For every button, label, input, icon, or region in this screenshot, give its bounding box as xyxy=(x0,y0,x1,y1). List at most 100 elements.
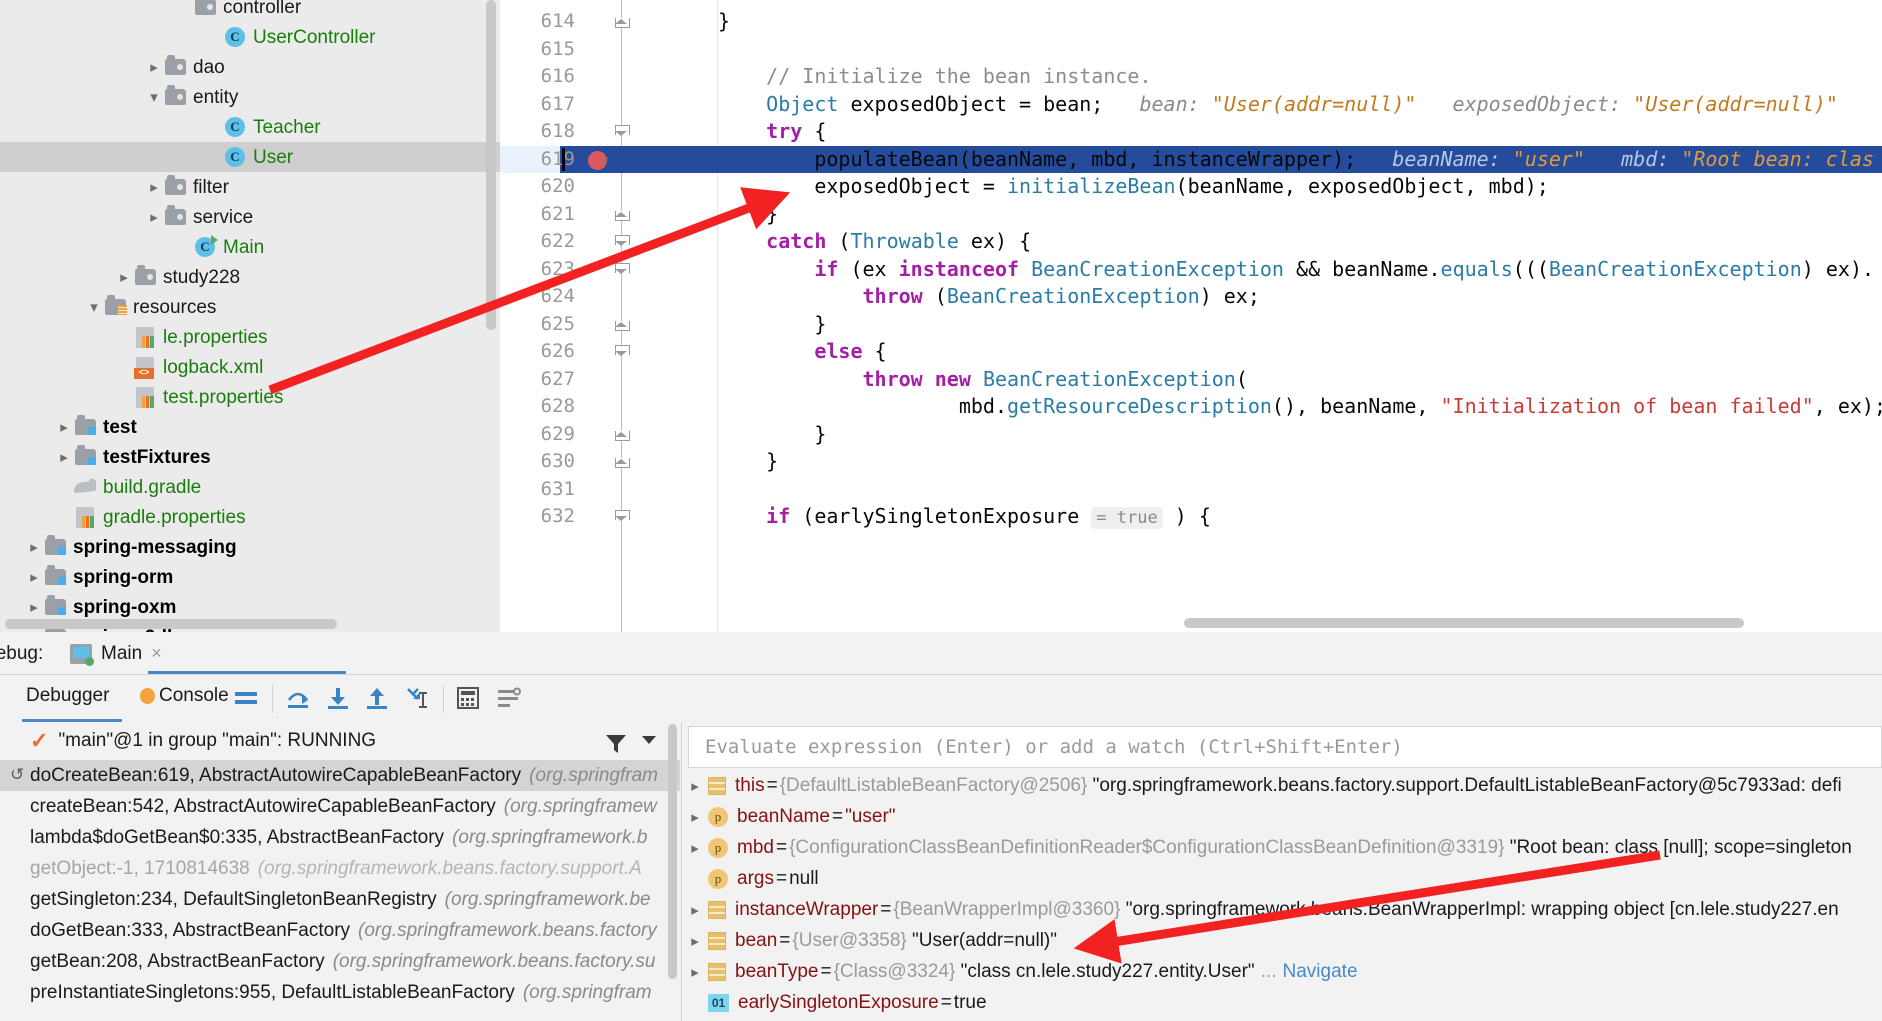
tree-item-testfixtures[interactable]: ▸ testFixtures xyxy=(0,442,500,472)
code-line[interactable]: 614} xyxy=(500,8,1882,36)
chevron-right-icon[interactable]: ▸ xyxy=(144,202,164,232)
fold-marker-start[interactable] xyxy=(610,228,632,256)
variable-row[interactable]: ▸ p beanName = "user" xyxy=(682,801,1882,832)
frame-row[interactable]: getObject:-1, 1710814638 (org.springframe… xyxy=(0,853,680,884)
fold-marker-end[interactable] xyxy=(610,8,632,36)
code-line[interactable]: 631 xyxy=(500,476,1882,504)
tree-item-logback-xml[interactable]: ▸logback.xml xyxy=(0,352,500,382)
frame-row[interactable]: getBean:208, AbstractBeanFactory (org.spr… xyxy=(0,946,680,977)
code-line[interactable]: 628 mbd.getResourceDescription(), beanNa… xyxy=(500,393,1882,421)
frame-row[interactable]: createBean:542, AbstractAutowireCapableB… xyxy=(0,791,680,822)
code-line[interactable]: 630 } xyxy=(500,448,1882,476)
fold-marker-start[interactable] xyxy=(610,503,632,531)
chevron-down-icon[interactable]: ▾ xyxy=(84,292,104,322)
tree-item-filter[interactable]: ▸ filter xyxy=(0,172,500,202)
code-line[interactable]: 632 if (earlySingletonExposure = true ) … xyxy=(500,503,1882,531)
fold-marker-start[interactable] xyxy=(610,338,632,366)
code-line[interactable] xyxy=(500,0,1882,8)
variable-row[interactable]: ▸ bean = {User@3358} "User(addr=null)" xyxy=(682,925,1882,956)
tree-item-controller[interactable]: ▸controller xyxy=(0,0,500,22)
tree-item-main[interactable]: ▸CMain xyxy=(0,232,500,262)
chevron-right-icon[interactable]: ▸ xyxy=(54,412,74,442)
fold-marker-end[interactable] xyxy=(610,201,632,229)
frame-row[interactable]: doGetBean:333, AbstractBeanFactory (org.s… xyxy=(0,915,680,946)
code-line[interactable]: 623 if (ex instanceof BeanCreationExcept… xyxy=(500,256,1882,284)
thread-selector[interactable]: ✓ "main"@1 in group "main": RUNNING xyxy=(0,722,680,760)
tab-console[interactable]: Console xyxy=(140,685,229,707)
chevron-right-icon[interactable]: ▸ xyxy=(682,963,708,981)
force-step-into-button[interactable] xyxy=(400,683,432,713)
fold-marker-end[interactable] xyxy=(610,448,632,476)
variable-row[interactable]: ▸01earlySingletonExposure = true xyxy=(682,987,1882,1018)
tree-item-dao[interactable]: ▸ dao xyxy=(0,52,500,82)
chevron-right-icon[interactable]: ▸ xyxy=(24,562,44,592)
code-line[interactable]: 625 } xyxy=(500,311,1882,339)
layout-settings-button[interactable] xyxy=(493,683,525,713)
tree-item-spring-oxm[interactable]: ▸ spring-oxm xyxy=(0,592,500,622)
tree-item-test-properties[interactable]: ▸test.properties xyxy=(0,382,500,412)
evaluate-expression-button[interactable] xyxy=(452,683,484,713)
navigate-link[interactable]: Navigate xyxy=(1283,961,1358,983)
chevron-right-icon[interactable]: ▸ xyxy=(24,532,44,562)
chevron-right-icon[interactable]: ▸ xyxy=(682,777,708,795)
fold-marker-end[interactable] xyxy=(610,311,632,339)
tree-item-test[interactable]: ▸ test xyxy=(0,412,500,442)
chevron-right-icon[interactable]: ▸ xyxy=(24,592,44,622)
show-execution-point-button[interactable] xyxy=(230,683,262,713)
tree-item-study228[interactable]: ▸ study228 xyxy=(0,262,500,292)
code-line[interactable]: 626 else { xyxy=(500,338,1882,366)
editor-horizontal-scrollbar[interactable] xyxy=(1184,618,1744,628)
chevron-down-icon[interactable] xyxy=(642,736,656,744)
value-ellipsis[interactable]: ... xyxy=(1261,961,1277,983)
close-icon[interactable]: × xyxy=(151,643,162,664)
frame-row[interactable]: ↺ doCreateBean:619, AbstractAutowireCapab… xyxy=(0,760,680,791)
code-line[interactable]: 615 xyxy=(500,36,1882,64)
code-line-current[interactable]: 619 populateBean(beanName, mbd, instance… xyxy=(500,145,1882,174)
chevron-right-icon[interactable]: ▸ xyxy=(682,901,708,919)
tab-debugger[interactable]: Debugger xyxy=(26,685,109,707)
code-line[interactable]: 621 } xyxy=(500,201,1882,229)
variable-row[interactable]: ▸ this = {DefaultListableBeanFactory@2506… xyxy=(682,770,1882,801)
project-tree-horizontal-scrollbar[interactable] xyxy=(5,619,337,629)
step-into-button[interactable] xyxy=(322,683,354,713)
breakpoint-icon[interactable] xyxy=(588,147,610,174)
code-editor[interactable]: 614} 615 616 // Initialize the bean instan… xyxy=(500,0,1882,632)
code-line[interactable]: 617 Object exposedObject = bean; bean: "… xyxy=(500,91,1882,119)
variable-row[interactable]: ▸ p mbd = {ConfigurationClassBeanDefinitio… xyxy=(682,832,1882,863)
filter-icon[interactable] xyxy=(604,732,628,761)
project-tree-panel[interactable]: ▸controller▸CUserController▸dao▾entity▸C… xyxy=(0,0,500,632)
tree-item-spring-orm[interactable]: ▸ spring-orm xyxy=(0,562,500,592)
code-line[interactable]: 629 } xyxy=(500,421,1882,449)
chevron-right-icon[interactable]: ▸ xyxy=(682,839,708,857)
tree-item-build-gradle[interactable]: ▸build.gradle xyxy=(0,472,500,502)
frame-row[interactable]: lambda$doGetBean$0:335, AbstractBeanFact… xyxy=(0,822,680,853)
frame-row[interactable]: getSingleton:234, DefaultSingletonBeanRe… xyxy=(0,884,680,915)
code-line[interactable]: 618 try { xyxy=(500,118,1882,146)
variable-row[interactable]: ▸pargs = null xyxy=(682,863,1882,894)
variable-row[interactable]: ▸ instanceWrapper = {BeanWrapperImpl@3360… xyxy=(682,894,1882,925)
chevron-right-icon[interactable]: ▸ xyxy=(144,52,164,82)
code-line[interactable]: 624 throw (BeanCreationException) ex; xyxy=(500,283,1882,311)
tree-item-user[interactable]: ▸CUser xyxy=(0,142,500,172)
chevron-right-icon[interactable]: ▸ xyxy=(682,932,708,950)
fold-marker-start[interactable] xyxy=(610,256,632,284)
chevron-right-icon[interactable]: ▸ xyxy=(54,442,74,472)
tree-item-service[interactable]: ▸ service xyxy=(0,202,500,232)
tree-item-usercontroller[interactable]: ▸CUserController xyxy=(0,22,500,52)
step-out-button[interactable] xyxy=(361,683,393,713)
frame-row[interactable]: preInstantiateSingletons:955, DefaultLis… xyxy=(0,977,680,1008)
tree-item-teacher[interactable]: ▸CTeacher xyxy=(0,112,500,142)
variables-list[interactable]: ▸ this = {DefaultListableBeanFactory@2506… xyxy=(682,770,1882,1021)
code-line[interactable]: 622 catch (Throwable ex) { xyxy=(500,228,1882,256)
tree-item-resources[interactable]: ▾ resources xyxy=(0,292,500,322)
project-tree-vertical-scrollbar[interactable] xyxy=(486,0,496,330)
tree-item-le-properties[interactable]: ▸le.properties xyxy=(0,322,500,352)
chevron-right-icon[interactable]: ▸ xyxy=(682,808,708,826)
code-line[interactable]: 627 throw new BeanCreationException( xyxy=(500,366,1882,394)
code-line[interactable]: 616 // Initialize the bean instance. xyxy=(500,63,1882,91)
evaluate-expression-field[interactable]: Evaluate expression (Enter) or add a wat… xyxy=(688,726,1882,768)
chevron-down-icon[interactable]: ▾ xyxy=(144,82,164,112)
run-configuration-tab[interactable]: Main × xyxy=(58,632,174,675)
fold-marker-start[interactable] xyxy=(610,118,632,146)
variable-row[interactable]: ▸ beanType = {Class@3324} "class cn.lele.… xyxy=(682,956,1882,987)
